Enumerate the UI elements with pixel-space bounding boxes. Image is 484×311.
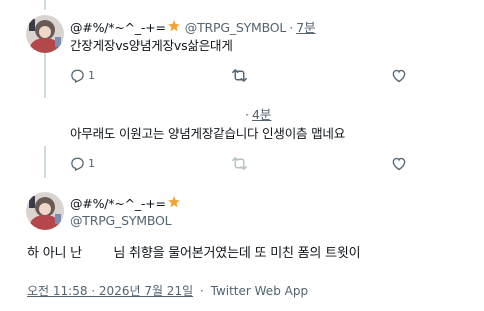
- reply-count: 1: [88, 157, 95, 170]
- tweet-time-link[interactable]: 7분: [296, 20, 315, 36]
- reply-icon: [70, 156, 85, 171]
- like-icon: [391, 68, 407, 83]
- avatar-image: [26, 15, 64, 53]
- separator-dot: ·: [245, 107, 249, 122]
- reply-icon: [70, 68, 85, 83]
- avatar[interactable]: [26, 15, 64, 53]
- reply-button[interactable]: 1: [70, 156, 95, 171]
- like-button[interactable]: [391, 68, 407, 83]
- reply-button[interactable]: 1: [70, 68, 95, 83]
- source-link[interactable]: Twitter Web App: [211, 284, 308, 298]
- reply-count: 1: [88, 69, 95, 82]
- display-name[interactable]: @#%/*~^_-+=: [70, 196, 166, 212]
- tweet1-text: 간장게장vs양념게장vs삶은대게: [70, 38, 233, 53]
- star-icon: [167, 19, 181, 37]
- main-tweet-text: 하 아니 난 님 취향을 물어본거였는데 또 미친 폼의 트윗이: [27, 246, 361, 261]
- main-tweet-handle: @TRPG_SYMBOL: [70, 213, 172, 229]
- retweet-button[interactable]: [231, 67, 248, 84]
- tweet2-header: · 4분: [242, 107, 271, 123]
- tweet-meta: 오전 11:58 · 2026년 7월 21일 · Twitter Web Ap…: [27, 283, 308, 299]
- tweet1-header: @#%/*~^_-+= @TRPG_SYMBOL · 7분: [70, 19, 316, 37]
- separator-dot: ·: [289, 20, 294, 35]
- handle[interactable]: @TRPG_SYMBOL: [185, 20, 287, 36]
- thread-line-top: [44, 0, 46, 10]
- like-button[interactable]: [391, 156, 407, 171]
- retweet-icon: [231, 155, 248, 172]
- tweet-thread: @#%/*~^_-+= @TRPG_SYMBOL · 7분 간장게장vs양념게장…: [0, 0, 484, 311]
- tweet2-text: 아무래도 이원고는 양념게장같습니다 인생이츰 맵네요: [70, 126, 345, 141]
- timestamp-link[interactable]: 오전 11:58 · 2026년 7월 21일: [27, 284, 193, 298]
- like-icon: [391, 156, 407, 171]
- thread-line-2: [44, 146, 46, 178]
- main-tweet-name: @#%/*~^_-+=: [70, 195, 181, 213]
- tweet-time-link[interactable]: 4분: [252, 107, 271, 123]
- handle[interactable]: @TRPG_SYMBOL: [70, 213, 172, 229]
- star-icon: [167, 195, 181, 213]
- separator-dot: ·: [199, 284, 204, 298]
- retweet-button[interactable]: [231, 155, 248, 172]
- retweet-icon: [231, 67, 248, 84]
- display-name[interactable]: @#%/*~^_-+=: [70, 20, 166, 36]
- avatar-image: [26, 192, 64, 230]
- avatar[interactable]: [26, 192, 64, 230]
- thread-line-1: [44, 52, 46, 98]
